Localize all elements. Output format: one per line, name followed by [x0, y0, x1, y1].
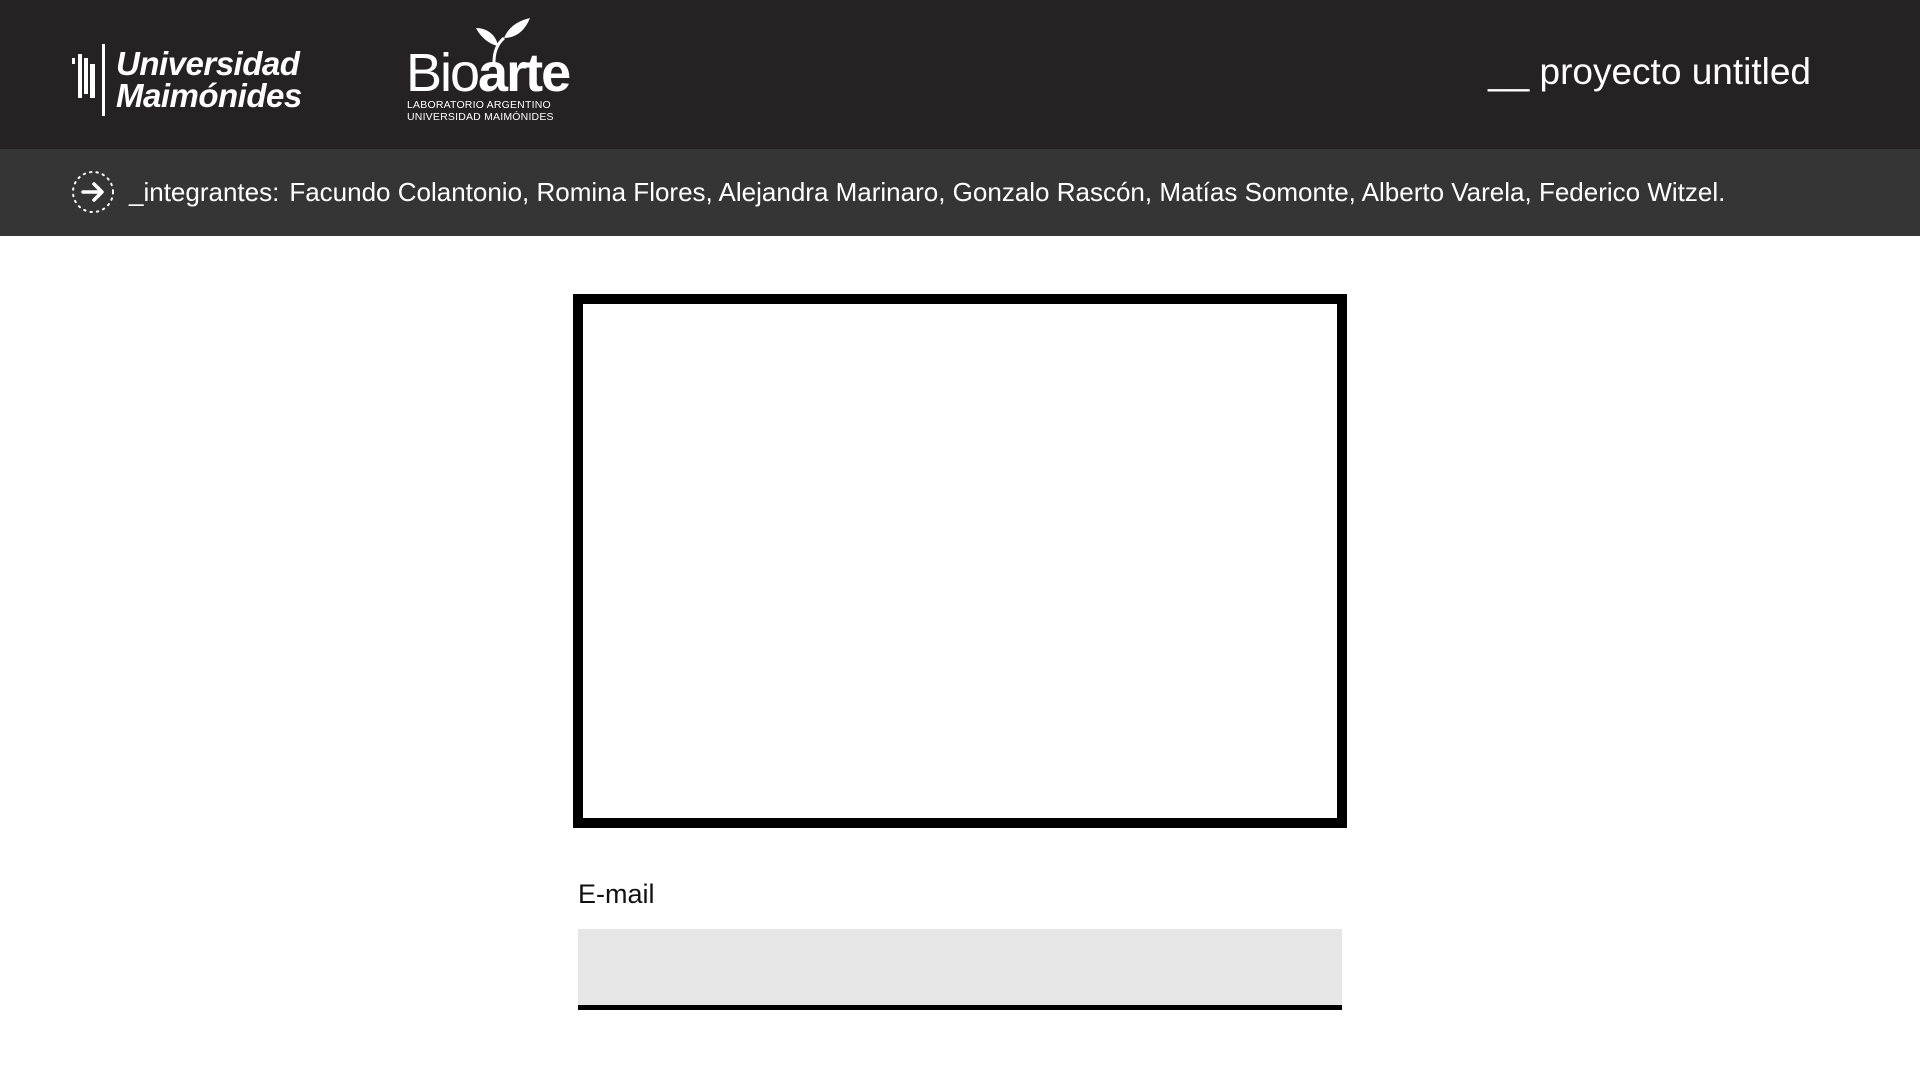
project-title: __ proyecto untitled	[1488, 51, 1811, 92]
bioarte-subtitle: LABORATORIO ARGENTINO UNIVERSIDAD MAIMÓN…	[407, 99, 554, 123]
bioarte-logo[interactable]: Bioarte LABORATORIO ARGENTINO UNIVERSIDA…	[404, 16, 574, 126]
bioarte-word-light: Bio	[406, 43, 480, 103]
university-maimonides-mark-icon	[72, 44, 105, 116]
bioarte-wordmark: Bioarte	[406, 43, 571, 103]
members-bar: _integrantes: Facundo Colantonio, Romina …	[0, 149, 1920, 236]
university-name-line2: Maimónides	[116, 77, 302, 114]
university-logo[interactable]: Universidad Maimónides	[72, 44, 302, 116]
email-label: E-mail	[578, 879, 655, 909]
bioarte-subtitle-line2: UNIVERSIDAD MAIMÓNIDES	[407, 111, 554, 123]
members-label: _integrantes:	[129, 177, 280, 207]
email-field[interactable]	[578, 929, 1342, 1010]
bioarte-subtitle-line1: LABORATORIO ARGENTINO	[407, 99, 551, 111]
members-names: Facundo Colantonio, Romina Flores, Aleja…	[289, 177, 1726, 207]
bioarte-word-bold: arte	[478, 43, 571, 103]
university-name-line1: Universidad	[116, 45, 300, 82]
site-header: Universidad Maimónides Bioarte LABORATOR…	[0, 0, 1920, 149]
media-frame	[573, 294, 1347, 828]
members-text: _integrantes: Facundo Colantonio, Romina …	[129, 176, 1725, 208]
university-name: Universidad Maimónides	[116, 45, 302, 114]
arrow-right-circle-icon[interactable]	[70, 169, 116, 215]
